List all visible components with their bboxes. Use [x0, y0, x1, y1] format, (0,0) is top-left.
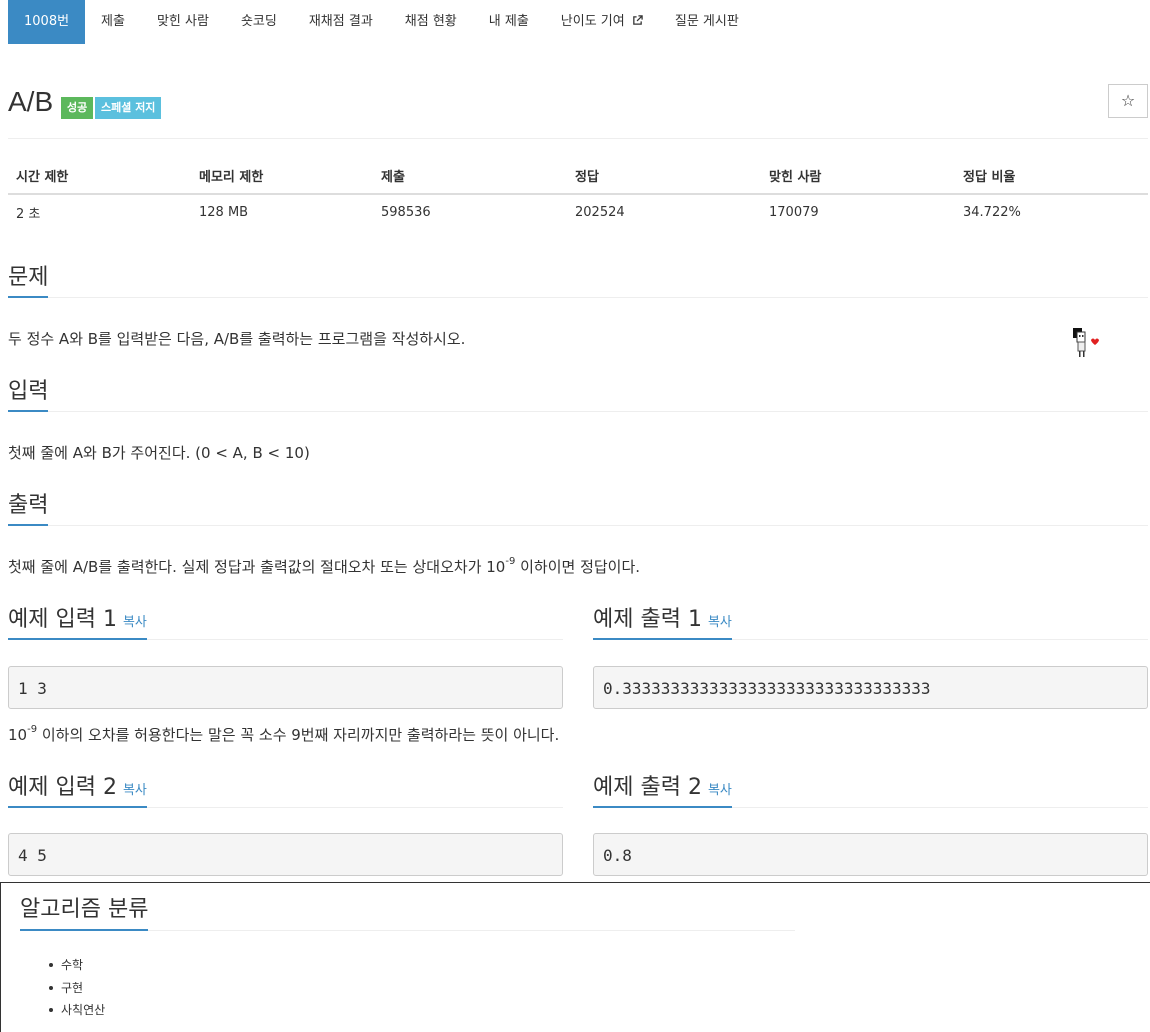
- sample-output-2-header: 예제 출력 2 복사: [593, 772, 1148, 808]
- sample-input-2-title: 예제 입력 2: [8, 775, 117, 800]
- sample-input-2-header: 예제 입력 2 복사: [8, 772, 563, 808]
- algorithm-section-header: 알고리즘 분류: [20, 893, 795, 931]
- algorithm-tag-math[interactable]: 수학: [49, 956, 105, 979]
- copy-sample-output-2-button[interactable]: 복사: [708, 783, 732, 798]
- external-link-icon: [633, 15, 643, 25]
- star-icon: ☆: [1120, 91, 1136, 110]
- tab-submit[interactable]: 제출: [85, 0, 141, 44]
- value-submissions: 598536: [381, 205, 431, 220]
- sample-note: 10-9 이하의 오차를 허용한다는 말은 꼭 소수 9번째 자리까지만 출력하…: [8, 724, 559, 745]
- problem-section-header: 문제: [8, 262, 1148, 298]
- sample-output-2-heading: 예제 출력 2 복사: [593, 772, 732, 808]
- sample-output-1[interactable]: 0.33333333333333333333333333333333: [593, 666, 1148, 709]
- sample-output-1-header: 예제 출력 1 복사: [593, 604, 1148, 640]
- header-time-limit: 시간 제한: [8, 158, 191, 195]
- success-badge: 성공: [61, 97, 94, 119]
- header-accepted: 정답: [567, 158, 761, 195]
- algorithm-tag-arithmetic[interactable]: 사칙연산: [49, 1001, 105, 1024]
- value-time-limit: 2 초: [16, 207, 41, 222]
- problem-title: A/B: [8, 86, 54, 117]
- sample-input-1[interactable]: 1 3: [8, 666, 563, 709]
- problem-description: 두 정수 A와 B를 입력받은 다음, A/B를 출력하는 프로그램을 작성하시…: [8, 330, 466, 348]
- problem-tabs: 1008번 제출 맞힌 사람 숏코딩 재채점 결과 채점 현황 내 제출 난이도…: [8, 0, 755, 44]
- tab-difficulty-contribution[interactable]: 난이도 기여: [545, 0, 659, 44]
- sample-output-2[interactable]: 0.8: [593, 833, 1148, 876]
- algorithm-tag-implementation[interactable]: 구현: [49, 979, 105, 1002]
- favorite-star-button[interactable]: ☆: [1108, 84, 1148, 118]
- copy-sample-output-1-button[interactable]: 복사: [708, 615, 732, 630]
- character-sprite-icon: [1073, 328, 1099, 357]
- problem-info-table: 시간 제한 메모리 제한 제출 정답 맞힌 사람 정답 비율 2 초 128 M…: [8, 158, 1148, 230]
- sample-note-b: 이하의 오차를 허용한다는 말은 꼭 소수 9번째 자리까지만 출력하라는 뜻이…: [37, 726, 560, 744]
- sample-output-1-heading: 예제 출력 1 복사: [593, 604, 732, 640]
- tab-my-submissions[interactable]: 내 제출: [473, 0, 545, 44]
- value-accepted: 202524: [575, 205, 625, 220]
- sample-input-1-header: 예제 입력 1 복사: [8, 604, 563, 640]
- tab-problem[interactable]: 1008번: [8, 0, 86, 44]
- copy-sample-input-1-button[interactable]: 복사: [123, 615, 147, 630]
- sample-note-a: 10: [8, 726, 28, 744]
- header-memory-limit: 메모리 제한: [191, 158, 373, 195]
- sample-output-2-title: 예제 출력 2: [593, 775, 702, 800]
- sample-note-exponent: -9: [27, 724, 38, 735]
- sample-input-2[interactable]: 4 5: [8, 833, 563, 876]
- output-text-a: 첫째 줄에 A/B를 출력한다. 실제 정답과 출력값의 절대오차 또는 상대오…: [8, 558, 506, 576]
- input-section-header: 입력: [8, 376, 1148, 412]
- value-memory-limit: 128 MB: [199, 205, 249, 220]
- tab-difficulty-label: 난이도 기여: [560, 14, 625, 29]
- sample-input-1-title: 예제 입력 1: [8, 607, 117, 632]
- sample-output-1-title: 예제 출력 1: [593, 607, 702, 632]
- output-exponent: -9: [505, 556, 516, 567]
- tab-status[interactable]: 채점 현황: [389, 0, 473, 44]
- header-submissions: 제출: [373, 158, 567, 195]
- special-judge-badge: 스페셜 저지: [95, 97, 162, 119]
- algorithm-list: 수학 구현 사칙연산: [49, 956, 105, 1024]
- tab-short-coding[interactable]: 숏코딩: [225, 0, 293, 44]
- tab-solved-users[interactable]: 맞힌 사람: [141, 0, 225, 44]
- output-section-header: 출력: [8, 490, 1148, 526]
- output-heading: 출력: [8, 490, 49, 526]
- algorithm-panel: 알고리즘 분류 수학 구현 사칙연산: [0, 882, 1150, 1032]
- input-description: 첫째 줄에 A와 B가 주어진다. (0 < A, B < 10): [8, 444, 310, 462]
- problem-title-row: A/B 성공 스페셜 저지 ☆: [8, 84, 1148, 139]
- problem-heading: 문제: [8, 262, 49, 298]
- sample-input-2-heading: 예제 입력 2 복사: [8, 772, 147, 808]
- value-solved-users: 170079: [769, 205, 819, 220]
- tab-qna-board[interactable]: 질문 게시판: [659, 0, 755, 44]
- copy-sample-input-2-button[interactable]: 복사: [123, 783, 147, 798]
- sample-input-1-heading: 예제 입력 1 복사: [8, 604, 147, 640]
- header-solved-users: 맞힌 사람: [761, 158, 955, 195]
- output-description: 첫째 줄에 A/B를 출력한다. 실제 정답과 출력값의 절대오차 또는 상대오…: [8, 556, 640, 577]
- value-accept-ratio: 34.722%: [963, 205, 1021, 220]
- output-text-b: 이하이면 정답이다.: [515, 558, 641, 576]
- header-accept-ratio: 정답 비율: [955, 158, 1148, 195]
- input-heading: 입력: [8, 376, 49, 412]
- algorithm-heading: 알고리즘 분류: [20, 893, 149, 931]
- tab-rejudge-result[interactable]: 재채점 결과: [293, 0, 389, 44]
